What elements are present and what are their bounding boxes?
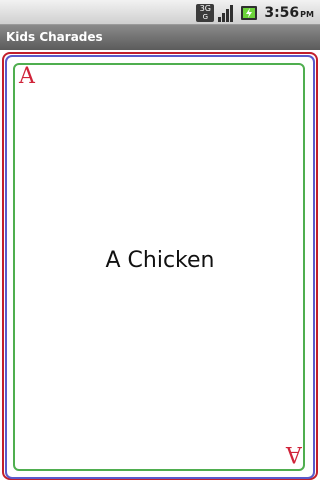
card-corner-letter-bottom: A bbox=[286, 441, 302, 466]
network-badge-top: 3G bbox=[199, 3, 211, 13]
status-bar: 3G G 3:56PM bbox=[0, 0, 320, 25]
card-corner-letter-top: A bbox=[19, 64, 35, 89]
time-ampm: PM bbox=[300, 9, 314, 19]
app-title-bar: Kids Charades bbox=[0, 25, 320, 50]
charade-word: A Chicken bbox=[105, 248, 215, 273]
battery-charging-icon bbox=[240, 4, 258, 22]
network-3g-icon: 3G G bbox=[196, 3, 215, 22]
time-value: 3:56 bbox=[264, 4, 300, 21]
app-title: Kids Charades bbox=[6, 30, 103, 44]
charade-card[interactable]: A A A Chicken bbox=[0, 50, 320, 480]
network-badge-bottom: G bbox=[202, 12, 209, 21]
status-icons: 3G G 3:56PM bbox=[196, 0, 320, 25]
signal-bars-icon bbox=[218, 4, 236, 22]
status-time: 3:56PM bbox=[264, 5, 314, 21]
